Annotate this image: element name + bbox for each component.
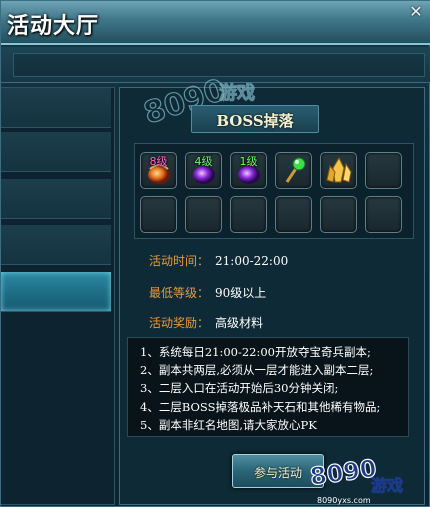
drop-item-slot-empty[interactable]	[185, 196, 222, 233]
drop-item-grid: 8级 4级 1级	[134, 143, 414, 239]
watermark-number: 8090	[308, 454, 378, 491]
rule-line: 3、二层入口在活动开始后30分钟关闭;	[140, 381, 339, 395]
activity-list-item[interactable]	[1, 225, 111, 265]
title-bar[interactable]: 活动大厅 ✕	[1, 1, 430, 45]
rule-line: 1、系统每日21:00-22:00开放夺宝奇兵副本;	[140, 345, 371, 359]
activity-hall-window: 活动大厅 ✕ 8090 游戏 BOSS掉落 8级 4级 1级 活动时间： 21:…	[0, 0, 430, 507]
drop-item-slot[interactable]	[275, 152, 312, 189]
watermark-brand: 游戏	[219, 82, 255, 104]
drop-item-slot-empty[interactable]	[275, 196, 312, 233]
drop-item-slot[interactable]: 8级	[140, 152, 177, 189]
drop-item-slot-empty[interactable]	[140, 196, 177, 233]
drop-item-slot[interactable]: 1级	[230, 152, 267, 189]
watermark-url: 8090yxs.com	[317, 496, 371, 505]
min-level-label: 最低等级：	[149, 286, 210, 300]
close-icon[interactable]: ✕	[407, 3, 425, 21]
activity-list-item[interactable]	[1, 88, 111, 128]
item-level-label: 8级	[149, 155, 168, 168]
rule-line: 5、副本非红名地图,请大家放心PK	[140, 418, 317, 432]
rule-line: 4、二层BOSS掉落极品补天石和其他稀有物品;	[140, 400, 381, 414]
activity-list-item[interactable]	[1, 132, 111, 172]
item-level-label: 4级	[194, 155, 213, 168]
drop-item-slot-empty[interactable]	[365, 152, 402, 189]
watermark-logo-bottom: 8090 游戏 8090yxs.com	[308, 453, 404, 505]
activity-time-label: 活动时间：	[149, 254, 210, 268]
green-staff-icon	[285, 157, 306, 183]
drop-item-slot-empty[interactable]	[320, 196, 357, 233]
reward-label: 活动奖励：	[149, 316, 210, 330]
activity-time-row: 活动时间： 21:00-22:00	[149, 252, 288, 269]
drop-item-slot[interactable]	[320, 152, 357, 189]
rule-line: 2、副本共两层,必须从一层才能进入副本二层;	[140, 363, 374, 377]
activity-list	[1, 87, 115, 505]
item-level-label: 1级	[239, 155, 258, 168]
min-level-value: 90级以上	[215, 286, 267, 300]
window-title: 活动大厅	[7, 13, 100, 39]
drop-item-slot-empty[interactable]	[365, 196, 402, 233]
gold-crystal-icon	[326, 156, 352, 183]
min-level-row: 最低等级： 90级以上	[149, 284, 266, 301]
boss-drop-header: BOSS掉落	[191, 105, 319, 133]
activity-time-value: 21:00-22:00	[215, 254, 289, 268]
watermark-brand: 游戏	[371, 476, 403, 495]
activity-list-item[interactable]	[1, 179, 111, 219]
rules-box: 1、系统每日21:00-22:00开放夺宝奇兵副本; 2、副本共两层,必须从一层…	[127, 337, 409, 437]
boss-drop-title: BOSS掉落	[216, 112, 294, 130]
reward-row: 活动奖励： 高级材料	[149, 314, 263, 331]
activity-list-item-selected[interactable]	[1, 272, 111, 312]
reward-value: 高级材料	[215, 316, 264, 330]
drop-item-slot[interactable]: 4级	[185, 152, 222, 189]
drop-item-slot-empty[interactable]	[230, 196, 267, 233]
